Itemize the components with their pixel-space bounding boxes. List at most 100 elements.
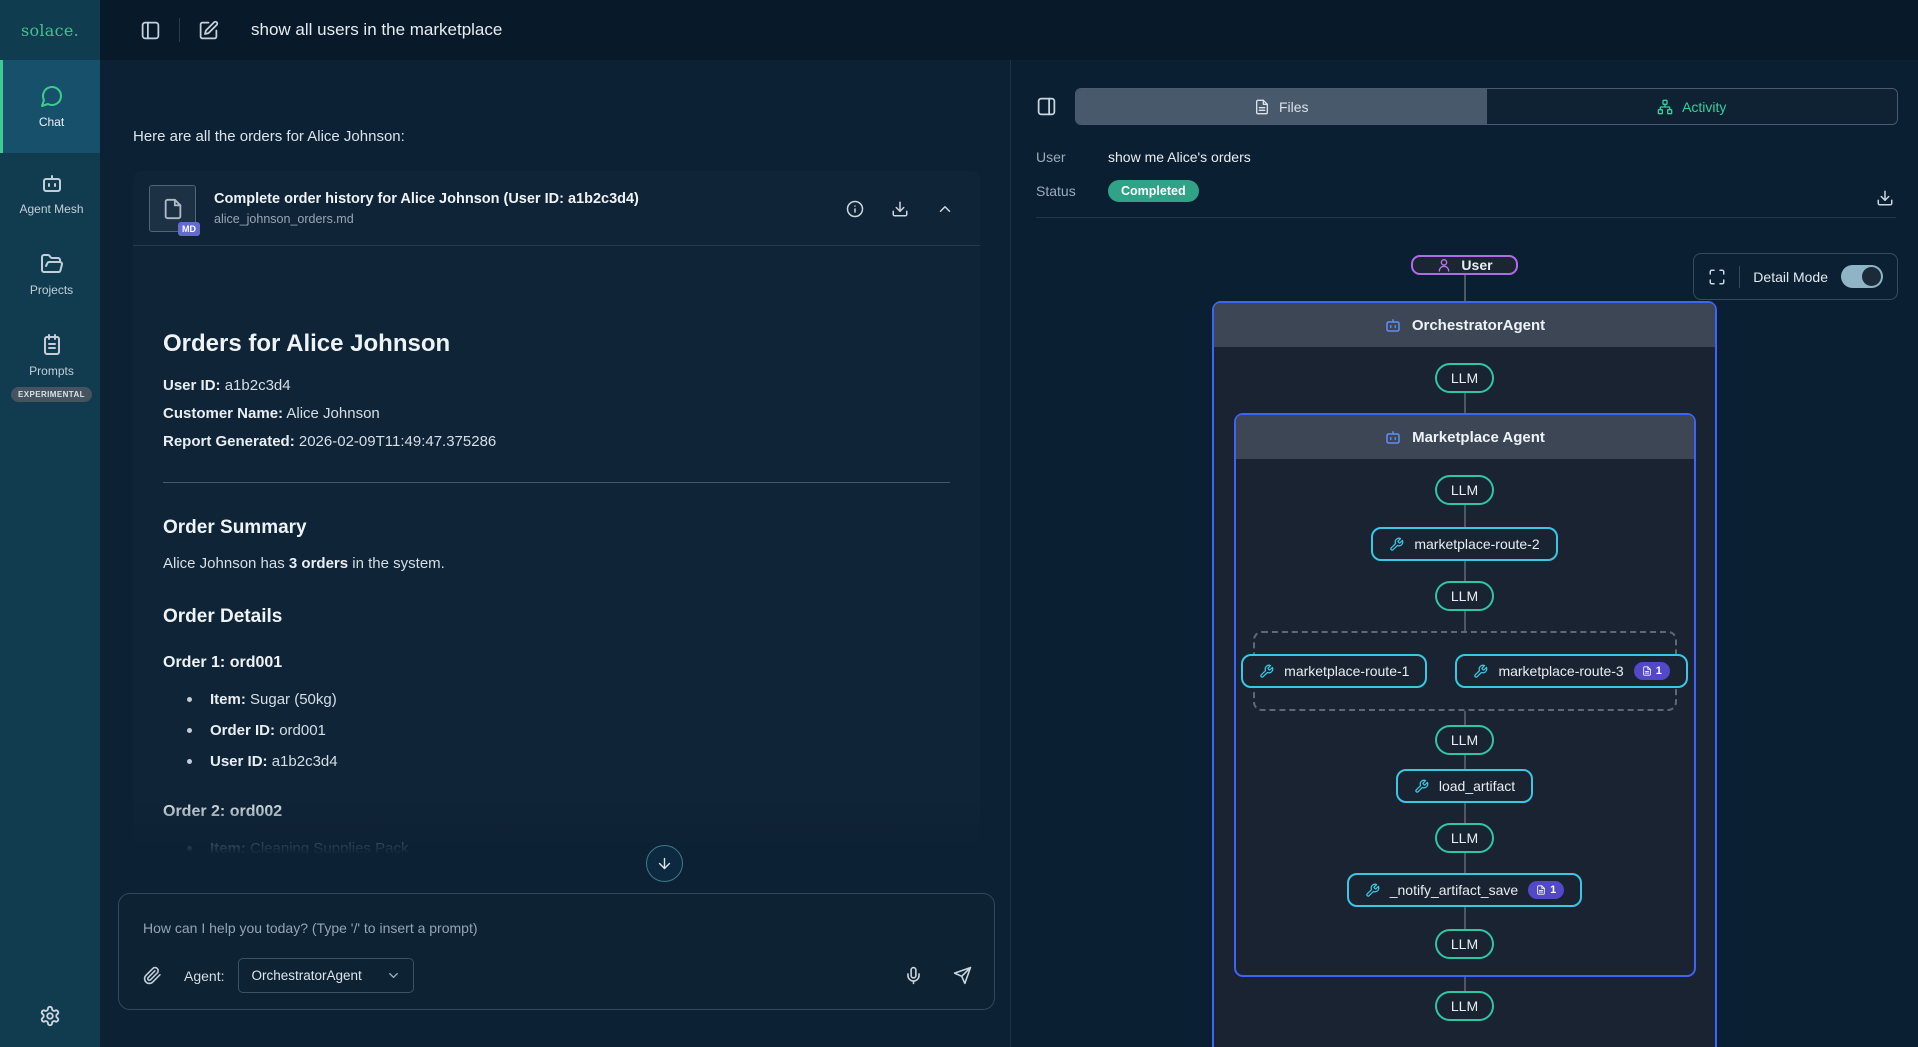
agent-select-value: OrchestratorAgent <box>251 968 361 983</box>
task-user-row: User show me Alice's orders <box>1036 149 1896 165</box>
detail-mode-label: Detail Mode <box>1753 269 1828 285</box>
chevron-down-icon <box>386 968 401 983</box>
flow-edge <box>1464 505 1466 527</box>
node-label: marketplace-route-1 <box>1284 663 1409 679</box>
sidebar-item-label: Projects <box>30 283 73 297</box>
collapse-icon[interactable] <box>936 200 954 218</box>
flow-controls: Detail Mode <box>1693 253 1898 300</box>
doc-summary-text: Alice Johnson has 3 orders in the system… <box>163 555 950 572</box>
sidebar-toggle-button[interactable] <box>140 20 161 41</box>
attach-button[interactable] <box>143 966 162 985</box>
agent-select[interactable]: OrchestratorAgent <box>238 958 414 993</box>
flow-node-llm[interactable]: LLM <box>1435 823 1494 853</box>
flow-node-llm[interactable]: LLM <box>1435 363 1494 393</box>
flow-node-notify-artifact-save[interactable]: _notify_artifact_save 1 <box>1347 873 1583 907</box>
tab-label: Activity <box>1682 99 1726 115</box>
artifact-count-badge: 1 <box>1528 881 1564 899</box>
chat-input-placeholder[interactable]: How can I help you today? (Type '/' to i… <box>143 920 970 936</box>
doc-order-heading: Order 2: ord002 <box>163 803 950 821</box>
arrow-down-icon <box>656 855 673 872</box>
activity-panel: Files Activity User show me Alice's orde… <box>1010 60 1918 1047</box>
flow-node-llm[interactable]: LLM <box>1435 581 1494 611</box>
wrench-icon <box>1365 883 1380 898</box>
list-item: User ID: a1b2c3d4 <box>163 746 950 777</box>
gear-icon <box>39 1005 61 1027</box>
flow-edge <box>1464 803 1466 823</box>
flow-node-marketplace-route-3[interactable]: marketplace-route-3 1 <box>1455 654 1687 688</box>
panel-divider <box>1036 217 1896 218</box>
flow-edge <box>1464 275 1466 301</box>
logo-text: solace. <box>21 21 79 40</box>
download-icon[interactable] <box>891 200 909 218</box>
tab-activity[interactable]: Activity <box>1487 89 1898 124</box>
flow-node-llm[interactable]: LLM <box>1435 725 1494 755</box>
robot-icon <box>1384 316 1402 334</box>
node-label: marketplace-route-3 <box>1498 663 1623 679</box>
flow-parallel-group: marketplace-route-1 marketplace-route-3 … <box>1253 631 1677 711</box>
sidebar-item-projects[interactable]: Projects <box>0 234 100 315</box>
sidebar-item-chat[interactable]: Chat <box>0 60 100 153</box>
file-text-icon <box>1254 99 1270 115</box>
flow-node-marketplace-route-1[interactable]: marketplace-route-1 <box>1241 654 1427 688</box>
file-name: alice_johnson_orders.md <box>214 212 828 226</box>
file-card-header: MD Complete order history for Alice John… <box>133 171 980 246</box>
node-label: User <box>1461 257 1492 273</box>
tab-files[interactable]: Files <box>1076 89 1487 124</box>
sidebar-item-label: Prompts <box>29 364 74 378</box>
task-status-row: Status Completed <box>1036 180 1896 202</box>
orchestrator-agent-header[interactable]: OrchestratorAgent <box>1214 303 1715 347</box>
flow-node-llm[interactable]: LLM <box>1435 991 1494 1021</box>
scroll-to-bottom-button[interactable] <box>646 845 683 882</box>
doc-title: Orders for Alice Johnson <box>163 330 950 358</box>
detail-mode-toggle[interactable] <box>1841 265 1883 288</box>
file-title: Complete order history for Alice Johnson… <box>214 191 828 207</box>
flow-edge <box>1464 853 1466 873</box>
flow-node-user[interactable]: User <box>1411 255 1517 275</box>
sidebar: Chat Agent Mesh Projects Prompts EXPERIM… <box>0 60 100 1047</box>
list-item: Item: Cleaning Supplies Pack <box>163 833 950 861</box>
flow-node-load-artifact[interactable]: load_artifact <box>1396 769 1533 803</box>
fullscreen-button[interactable] <box>1708 268 1726 286</box>
flow-group-marketplace: Marketplace Agent LLM marketplace-route-… <box>1234 413 1696 977</box>
robot-icon <box>40 171 64 195</box>
flow-edge <box>1464 907 1466 929</box>
status-badge: Completed <box>1108 180 1199 202</box>
wrench-icon <box>1259 664 1274 679</box>
controls-divider <box>1739 266 1740 288</box>
file-card-texts: Complete order history for Alice Johnson… <box>214 191 828 226</box>
sidebar-item-agent-mesh[interactable]: Agent Mesh <box>0 153 100 234</box>
toggle-knob <box>1862 267 1881 286</box>
sidebar-item-label: Agent Mesh <box>19 202 83 216</box>
settings-button[interactable] <box>0 1005 100 1027</box>
list-item: Order ID: ord001 <box>163 715 950 746</box>
info-icon[interactable] <box>846 200 864 218</box>
flow-group-orchestrator: OrchestratorAgent LLM Marketplace Agent … <box>1212 301 1717 1047</box>
mic-button[interactable] <box>904 966 923 985</box>
activity-panel-header: Files Activity <box>1011 60 1918 125</box>
chat-icon <box>40 84 64 108</box>
user-icon <box>1436 257 1452 273</box>
doc-heading-summary: Order Summary <box>163 517 950 539</box>
session-title: show all users in the marketplace <box>251 20 502 40</box>
panel-collapse-button[interactable] <box>1036 96 1057 117</box>
sidebar-item-prompts[interactable]: Prompts EXPERIMENTAL <box>0 315 100 420</box>
chat-panel: Here are all the orders for Alice Johnso… <box>100 60 1010 1047</box>
agent-flow-canvas: Detail Mode User OrchestratorAgent LLM M… <box>1011 241 1918 1047</box>
flow-node-llm[interactable]: LLM <box>1435 475 1494 505</box>
markdown-preview: Orders for Alice Johnson User ID: a1b2c3… <box>133 246 980 861</box>
file-type-badge: MD <box>178 222 200 236</box>
send-button[interactable] <box>953 966 972 985</box>
chat-input-box[interactable]: How can I help you today? (Type '/' to i… <box>118 893 995 1010</box>
new-chat-button[interactable] <box>198 20 219 41</box>
topbar: show all users in the marketplace <box>100 0 1918 60</box>
panel-tabbar: Files Activity <box>1075 88 1898 125</box>
flow-edge <box>1464 611 1466 631</box>
wrench-icon <box>1473 664 1488 679</box>
folder-icon <box>40 252 64 276</box>
flow-node-llm[interactable]: LLM <box>1435 929 1494 959</box>
flow-node-marketplace-route-2[interactable]: marketplace-route-2 <box>1371 527 1557 561</box>
marketplace-agent-header[interactable]: Marketplace Agent <box>1236 415 1694 459</box>
file-card-actions <box>846 200 962 218</box>
sidebar-item-label: Chat <box>39 115 64 129</box>
download-activity-button[interactable] <box>1876 189 1894 207</box>
